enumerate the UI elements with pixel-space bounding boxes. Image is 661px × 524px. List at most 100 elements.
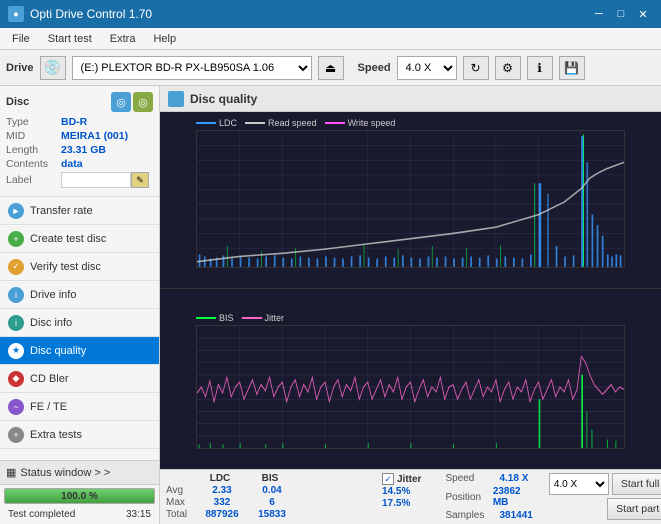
label-input[interactable] <box>61 172 131 188</box>
disc-icon-1: ◎ <box>111 92 131 112</box>
cd-bler-label: CD Bler <box>30 373 69 385</box>
menubar: File Start test Extra Help <box>0 28 661 50</box>
samples-label: Samples <box>445 510 495 521</box>
fe-te-icon: ~ <box>8 399 24 415</box>
sidebar-item-extra-tests[interactable]: + Extra tests <box>0 421 159 449</box>
sidebar-item-create-test-disc[interactable]: + Create test disc <box>0 225 159 253</box>
eject-button[interactable]: ⏏ <box>318 56 344 80</box>
total-bis-val: 15833 <box>248 509 296 520</box>
jitter-checkbox[interactable]: ✓ <box>382 473 394 485</box>
disc-type-row: Type BD-R <box>6 116 153 128</box>
sidebar: Disc ◎ ◎ Type BD-R MID MEIRA1 (001) Leng… <box>0 86 160 524</box>
start-full-button[interactable]: Start full <box>612 473 661 495</box>
fe-te-label: FE / TE <box>30 401 67 413</box>
disc-section-title: Disc <box>6 96 29 108</box>
speed-row: Speed 4.18 X <box>445 473 532 484</box>
jitter-header-row: ✓ Jitter <box>382 473 421 485</box>
maximize-button[interactable]: □ <box>611 5 631 23</box>
top-chart-container: LDC Read speed Write speed 400 <box>160 112 661 289</box>
label-label: Label <box>6 174 61 186</box>
jitter-legend-label: Jitter <box>265 313 285 323</box>
menu-help[interactable]: Help <box>145 31 184 47</box>
disc-quality-header-icon <box>168 91 184 107</box>
jitter-max-row: 17.5% <box>382 498 421 509</box>
drive-select[interactable]: (E:) PLEXTOR BD-R PX-LB950SA 1.06 <box>72 56 312 80</box>
jitter-max-val: 17.5% <box>382 498 410 509</box>
transfer-rate-icon: ► <box>8 203 24 219</box>
content-area: Disc quality LDC Read speed <box>160 86 661 524</box>
avg-bis-val: 0.04 <box>248 485 296 496</box>
status-window-label: Status window > > <box>20 467 110 479</box>
mid-value: MEIRA1 (001) <box>61 130 128 142</box>
speed-stat-label: Speed <box>445 473 495 484</box>
speed-stat-val: 4.18 X <box>499 473 528 484</box>
main-layout: Disc ◎ ◎ Type BD-R MID MEIRA1 (001) Leng… <box>0 86 661 524</box>
drive-info-button[interactable]: ℹ <box>527 56 553 80</box>
drive-label: Drive <box>6 62 34 74</box>
jitter-avg-row: 14.5% <box>382 486 421 497</box>
legend-read-speed: Read speed <box>245 118 317 128</box>
status-window-button[interactable]: ▦ Status window > > <box>0 461 159 485</box>
drive-settings-button[interactable]: ⚙ <box>495 56 521 80</box>
mid-label: MID <box>6 130 61 142</box>
max-label: Max <box>166 497 196 508</box>
header-bis: BIS <box>246 473 294 484</box>
sidebar-item-verify-test-disc[interactable]: ✓ Verify test disc <box>0 253 159 281</box>
sidebar-item-drive-info[interactable]: i Drive info <box>0 281 159 309</box>
charts-area: LDC Read speed Write speed 400 <box>160 112 661 469</box>
stats-total-row: Total 887926 15833 <box>166 509 366 520</box>
speed-select[interactable]: 4.0 X <box>397 56 457 80</box>
close-button[interactable]: ✕ <box>633 5 653 23</box>
minimize-button[interactable]: ─ <box>589 5 609 23</box>
sidebar-item-fe-te[interactable]: ~ FE / TE <box>0 393 159 421</box>
extra-tests-icon: + <box>8 427 24 443</box>
sidebar-item-disc-quality[interactable]: ★ Disc quality <box>0 337 159 365</box>
menu-extra[interactable]: Extra <box>102 31 144 47</box>
max-ldc-val: 332 <box>198 497 246 508</box>
speed-dropdown[interactable]: 4.0 X <box>549 473 609 495</box>
position-row: Position 23862 MB <box>445 486 532 508</box>
stats-main: LDC BIS Avg 2.33 0.04 Max 332 6 Total 88… <box>166 473 366 520</box>
disc-mid-row: MID MEIRA1 (001) <box>6 130 153 142</box>
total-ldc-val: 887926 <box>198 509 246 520</box>
disc-info-icon: i <box>8 315 24 331</box>
legend-jitter: Jitter <box>242 313 285 323</box>
type-value: BD-R <box>61 116 87 128</box>
read-speed-color <box>245 122 265 124</box>
disc-label-row: Label ✎ <box>6 172 153 188</box>
label-edit-button[interactable]: ✎ <box>131 172 149 188</box>
sidebar-item-transfer-rate[interactable]: ► Transfer rate <box>0 197 159 225</box>
sidebar-item-disc-info[interactable]: i Disc info <box>0 309 159 337</box>
menu-file[interactable]: File <box>4 31 38 47</box>
sidebar-item-cd-bler[interactable]: ◆ CD Bler <box>0 365 159 393</box>
start-part-button[interactable]: Start part <box>607 498 661 520</box>
bottom-chart-container: BIS Jitter 10 9 8 7 6 <box>160 307 661 469</box>
menu-start-test[interactable]: Start test <box>40 31 100 47</box>
action-buttons: 4.0 X Start full Start part <box>549 473 661 520</box>
titlebar: ● Opti Drive Control 1.70 ─ □ ✕ <box>0 0 661 28</box>
drive-icon: 💿 <box>40 56 66 80</box>
legend-ldc: LDC <box>196 118 237 128</box>
status-bottom: Test completed 33:15 <box>0 507 159 524</box>
bottom-chart-svg <box>197 326 624 448</box>
disc-quality-title: Disc quality <box>190 92 257 106</box>
total-label: Total <box>166 509 196 520</box>
save-button[interactable]: 💾 <box>559 56 585 80</box>
status-bar: ▦ Status window > > 100.0 % Test complet… <box>0 460 159 524</box>
start-full-row: 4.0 X Start full <box>549 473 661 495</box>
time-display: 33:15 <box>122 508 155 521</box>
stats-headers: LDC BIS <box>196 473 366 484</box>
bottom-chart-legend: BIS Jitter <box>196 311 625 325</box>
ldc-legend-label: LDC <box>219 118 237 128</box>
length-value: 23.31 GB <box>61 144 106 156</box>
top-chart-area: 400 350 300 250 200 150 100 50 0 18X 16X <box>196 130 625 268</box>
contents-value: data <box>61 158 83 170</box>
position-label: Position <box>445 492 488 503</box>
ldc-color <box>196 122 216 124</box>
verify-test-disc-label: Verify test disc <box>30 261 101 273</box>
refresh-button[interactable]: ↻ <box>463 56 489 80</box>
write-speed-legend-label: Write speed <box>348 118 396 128</box>
speed-label: Speed <box>358 62 391 74</box>
jitter-avg-val: 14.5% <box>382 486 410 497</box>
disc-icon-2: ◎ <box>133 92 153 112</box>
